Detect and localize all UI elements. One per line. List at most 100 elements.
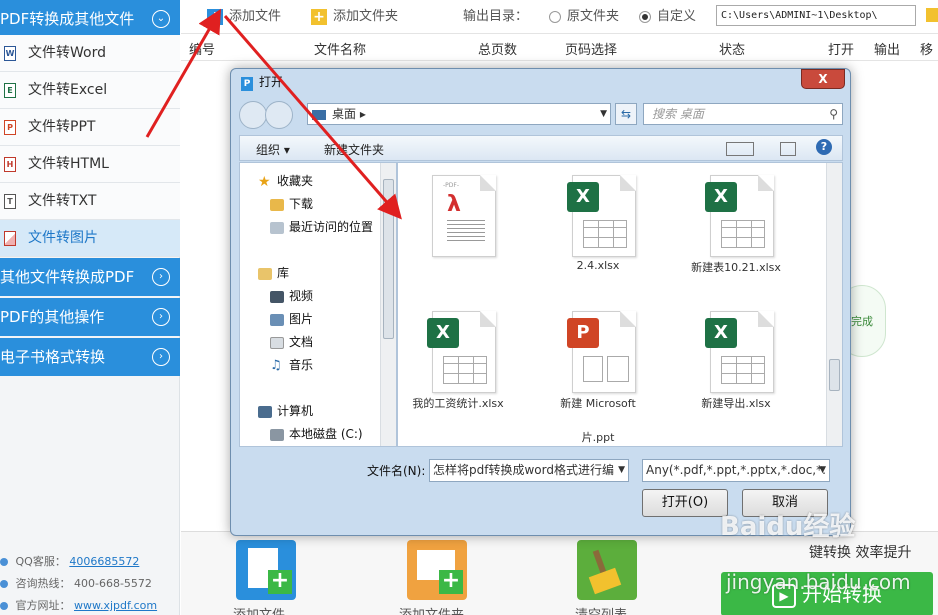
file-table-header: 编号 文件名称 总页数 页码选择 状态 打开 输出 移 — [181, 35, 938, 61]
dialog-title: P 打开 — [241, 73, 283, 91]
scrollbar-thumb[interactable] — [829, 359, 840, 391]
contact-label: 咨询热线： — [15, 577, 71, 590]
category-pdf-to-other[interactable]: PDF转换成其他文件 ⌄ — [0, 0, 180, 38]
sidebar-item-image[interactable]: 文件转图片 — [0, 220, 180, 257]
file-name: 新建 Microsoft — [560, 397, 636, 410]
file-name: 2.4.xlsx — [576, 259, 620, 272]
watermark-logo: Baidu经验 — [720, 512, 856, 542]
category-ebook[interactable]: 电子书格式转换 › — [0, 338, 180, 376]
computer-icon — [258, 405, 272, 418]
file-name: 新建表10.21.xlsx — [691, 261, 781, 274]
nav-downloads[interactable]: 下载 — [270, 194, 313, 214]
file-item[interactable]: P 新建 Microsoft — [538, 299, 658, 410]
nav-documents[interactable]: 文档 — [270, 332, 313, 352]
folder-icon[interactable] — [926, 8, 938, 22]
category-pdf-other-ops[interactable]: PDF的其他操作 › — [0, 298, 180, 336]
add-file-label[interactable]: 添加文件 — [233, 604, 285, 615]
forward-arrow-icon[interactable] — [265, 101, 293, 129]
sidebar-item-txt[interactable]: T 文件转TXT — [0, 183, 180, 220]
sidebar-item-excel[interactable]: E 文件转Excel — [0, 72, 180, 109]
address-bar[interactable]: 桌面 ▸ ▼ — [307, 103, 611, 125]
file-item[interactable]: X 我的工资统计.xlsx — [398, 299, 518, 410]
library-icon — [258, 267, 272, 280]
conversion-hint: 键转换 效率提升 — [809, 545, 912, 561]
filename-input[interactable]: 怎样将pdf转换成word格式进行编 ▼ — [429, 459, 629, 482]
html-file-icon: H — [4, 157, 16, 172]
filetype-select[interactable]: Any(*.pdf,*.ppt,*.pptx,*.doc,*. ▼ — [642, 459, 830, 482]
watermark-url: jingyan.baidu.com — [726, 570, 911, 594]
ppt-file-icon: P — [4, 120, 16, 135]
add-file-large-icon[interactable]: + — [236, 540, 296, 600]
document-icon — [270, 336, 284, 349]
navigation-pane: ★ 收藏夹 下载 最近访问的位置 库 视频 图片 文档 ♫ 音乐 计算机 本地磁盘 … — [239, 162, 397, 447]
nav-recent[interactable]: 最近访问的位置 — [270, 217, 373, 237]
sidebar-item-label: 文件转PPT — [28, 119, 96, 135]
nav-label: 图片 — [289, 312, 314, 326]
clear-list-label[interactable]: 清空列表 — [575, 604, 627, 615]
file-item[interactable]: X 新建表10.21.xlsx — [676, 163, 796, 274]
nav-computer[interactable]: 计算机 — [258, 401, 313, 421]
file-item[interactable]: X 新建导出.xlsx — [676, 299, 796, 410]
plus-icon: + — [207, 8, 223, 25]
add-folder-button[interactable]: + 添加文件夹 — [311, 7, 398, 27]
qq-link[interactable]: 4006685572 — [69, 555, 139, 568]
back-arrow-icon[interactable] — [239, 101, 267, 129]
search-input[interactable]: 搜索 桌面 ⚲ — [643, 103, 843, 125]
excel-file-icon: E — [4, 83, 16, 98]
contact-label: 官方网址： — [15, 599, 71, 612]
broom-icon[interactable] — [577, 540, 637, 600]
add-folder-large-icon[interactable]: + — [407, 540, 467, 600]
file-name: 新建导出.xlsx — [701, 397, 771, 410]
preview-pane-icon[interactable] — [780, 142, 796, 156]
nav-videos[interactable]: 视频 — [270, 286, 313, 306]
category-label: 电子书格式转换 — [0, 348, 106, 366]
chevron-down-icon: ▼ — [819, 465, 826, 475]
file-name-continued: 片.ppt — [581, 431, 615, 444]
nav-pictures[interactable]: 图片 — [270, 309, 313, 329]
scrollbar-thumb[interactable] — [383, 179, 394, 339]
add-file-button[interactable]: + 添加文件 — [207, 7, 281, 27]
organize-button[interactable]: 组织 ▾ — [256, 141, 290, 158]
category-other-to-pdf[interactable]: 其他文件转换成PDF › — [0, 258, 180, 296]
sidebar-item-label: 文件转图片 — [28, 230, 98, 246]
nav-label: 下载 — [289, 197, 314, 211]
view-icon[interactable] — [726, 142, 754, 156]
help-icon[interactable]: ? — [816, 139, 832, 155]
nav-libraries[interactable]: 库 — [258, 263, 289, 283]
file-item[interactable]: X 2.4.xlsx — [538, 163, 658, 273]
col-page-select: 页码选择 — [565, 43, 618, 58]
output-path-input[interactable]: C:\Users\ADMINI~1\Desktop\ — [716, 5, 916, 26]
video-icon — [270, 290, 284, 303]
sidebar-item-ppt[interactable]: P 文件转PPT — [0, 109, 180, 146]
hotline-value: 400-668-5572 — [74, 577, 152, 590]
word-file-icon: W — [4, 46, 16, 61]
file-scrollbar[interactable] — [826, 163, 842, 446]
chevron-down-icon[interactable]: ▼ — [618, 460, 625, 481]
disk-icon — [270, 428, 284, 441]
nav-local-disk[interactable]: 本地磁盘 (C:) — [270, 424, 363, 444]
nav-favorites[interactable]: ★ 收藏夹 — [258, 171, 313, 191]
filename-value: 怎样将pdf转换成word格式进行编 — [433, 463, 614, 477]
refresh-icon[interactable]: ⇆ — [615, 103, 637, 125]
new-folder-button[interactable]: 新建文件夹 — [324, 141, 384, 158]
nav-music[interactable]: ♫ 音乐 — [270, 355, 313, 375]
music-icon: ♫ — [270, 357, 282, 373]
filename-label: 文件名(N): — [367, 464, 426, 478]
excel-file-icon: X — [705, 311, 774, 393]
app-icon: P — [241, 77, 253, 91]
chevron-down-icon: ⌄ — [152, 10, 170, 28]
website-link[interactable]: www.xjpdf.com — [74, 599, 157, 612]
close-button[interactable]: X — [801, 69, 845, 89]
radio-original-folder[interactable]: 原文件夹 — [549, 7, 619, 27]
chevron-down-icon[interactable]: ▼ — [600, 104, 607, 124]
add-folder-label[interactable]: 添加文件夹 — [399, 604, 464, 615]
radio-custom[interactable]: 自定义 — [639, 7, 696, 27]
nav-scrollbar[interactable] — [380, 163, 396, 446]
sidebar-item-word[interactable]: W 文件转Word — [0, 35, 180, 72]
sidebar-item-label: 文件转TXT — [28, 193, 97, 209]
file-item[interactable]: -PDF- λ — [398, 163, 518, 273]
col-pages: 总页数 — [478, 43, 518, 58]
open-button[interactable]: 打开(O) — [642, 489, 728, 517]
sidebar-item-html[interactable]: H 文件转HTML — [0, 146, 180, 183]
radio-label: 原文件夹 — [567, 9, 620, 24]
